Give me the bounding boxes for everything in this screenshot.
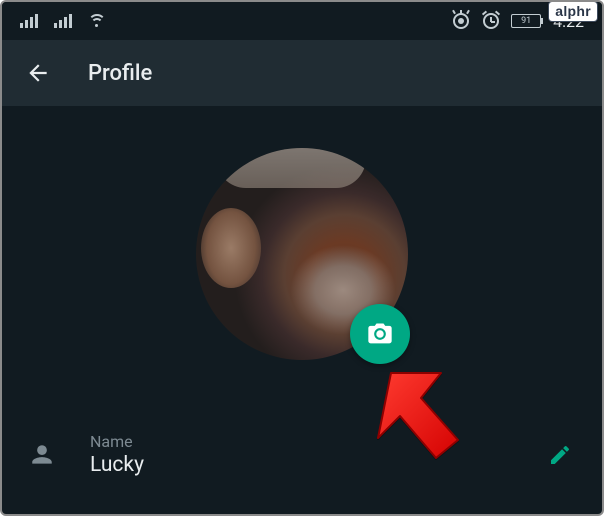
watermark-tag: alphr [548, 1, 598, 22]
change-photo-button[interactable] [350, 304, 410, 364]
page-title: Profile [88, 61, 152, 86]
wifi-icon [88, 14, 106, 28]
arrow-left-icon [25, 60, 51, 86]
signal-2-icon [54, 14, 72, 28]
app-frame: alphr 91 4:22 Profile [0, 0, 604, 516]
signal-1-icon [20, 14, 38, 28]
person-icon [28, 441, 56, 469]
status-left [20, 14, 106, 28]
name-label: Name [90, 432, 510, 451]
name-field: Name Lucky [2, 432, 602, 477]
alarm-icon [483, 13, 499, 29]
app-bar: Profile [2, 40, 602, 106]
status-bar: 91 4:22 [2, 2, 602, 40]
name-value: Lucky [90, 453, 510, 477]
edit-name-button[interactable] [544, 439, 576, 471]
visibility-icon [451, 14, 471, 28]
back-button[interactable] [24, 59, 52, 87]
content: Name Lucky [2, 106, 602, 477]
camera-icon [366, 320, 394, 348]
avatar-container [196, 148, 408, 360]
pencil-icon [548, 443, 572, 467]
name-info: Name Lucky [90, 432, 510, 477]
battery-icon: 91 [511, 14, 541, 28]
